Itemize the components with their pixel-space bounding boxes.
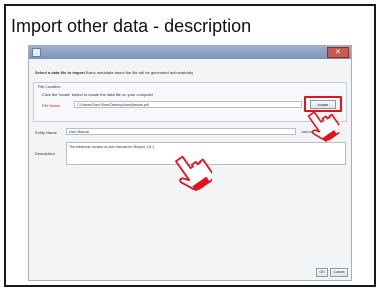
close-button[interactable]: ✕ — [327, 47, 349, 58]
slide: Import other data - description ✕ Select… — [0, 0, 382, 291]
window-titlebar: ✕ — [29, 46, 351, 59]
entity-name-field[interactable]: User Manual — [66, 128, 296, 135]
cancel-button[interactable]: Cancel — [330, 268, 348, 277]
dialog-heading: Select a data file to import Basic metad… — [35, 70, 193, 75]
app-icon — [32, 48, 41, 57]
file-name-label: File Name — [42, 103, 61, 108]
file-location-group: File Location Click the 'locate' button … — [33, 82, 347, 122]
group-hint: Click the 'locate' button to locate the … — [42, 92, 154, 97]
group-title: File Location — [38, 84, 61, 89]
file-name-field[interactable]: C:\Users\Chen Shen\Desktop\UserManual.pd… — [74, 101, 302, 108]
ok-button[interactable]: OK — [316, 268, 328, 277]
hand-pointer-icon — [307, 111, 339, 143]
dialog-heading-bold: Select a data file to import — [35, 70, 85, 75]
description-label: Description — [35, 151, 56, 156]
entity-name-label: Entity Name — [35, 130, 57, 135]
hand-pointer-icon — [175, 155, 212, 192]
slide-title: Import other data - description — [11, 16, 252, 36]
dialog-heading-text: Basic metadata about the file will be ge… — [84, 70, 194, 75]
